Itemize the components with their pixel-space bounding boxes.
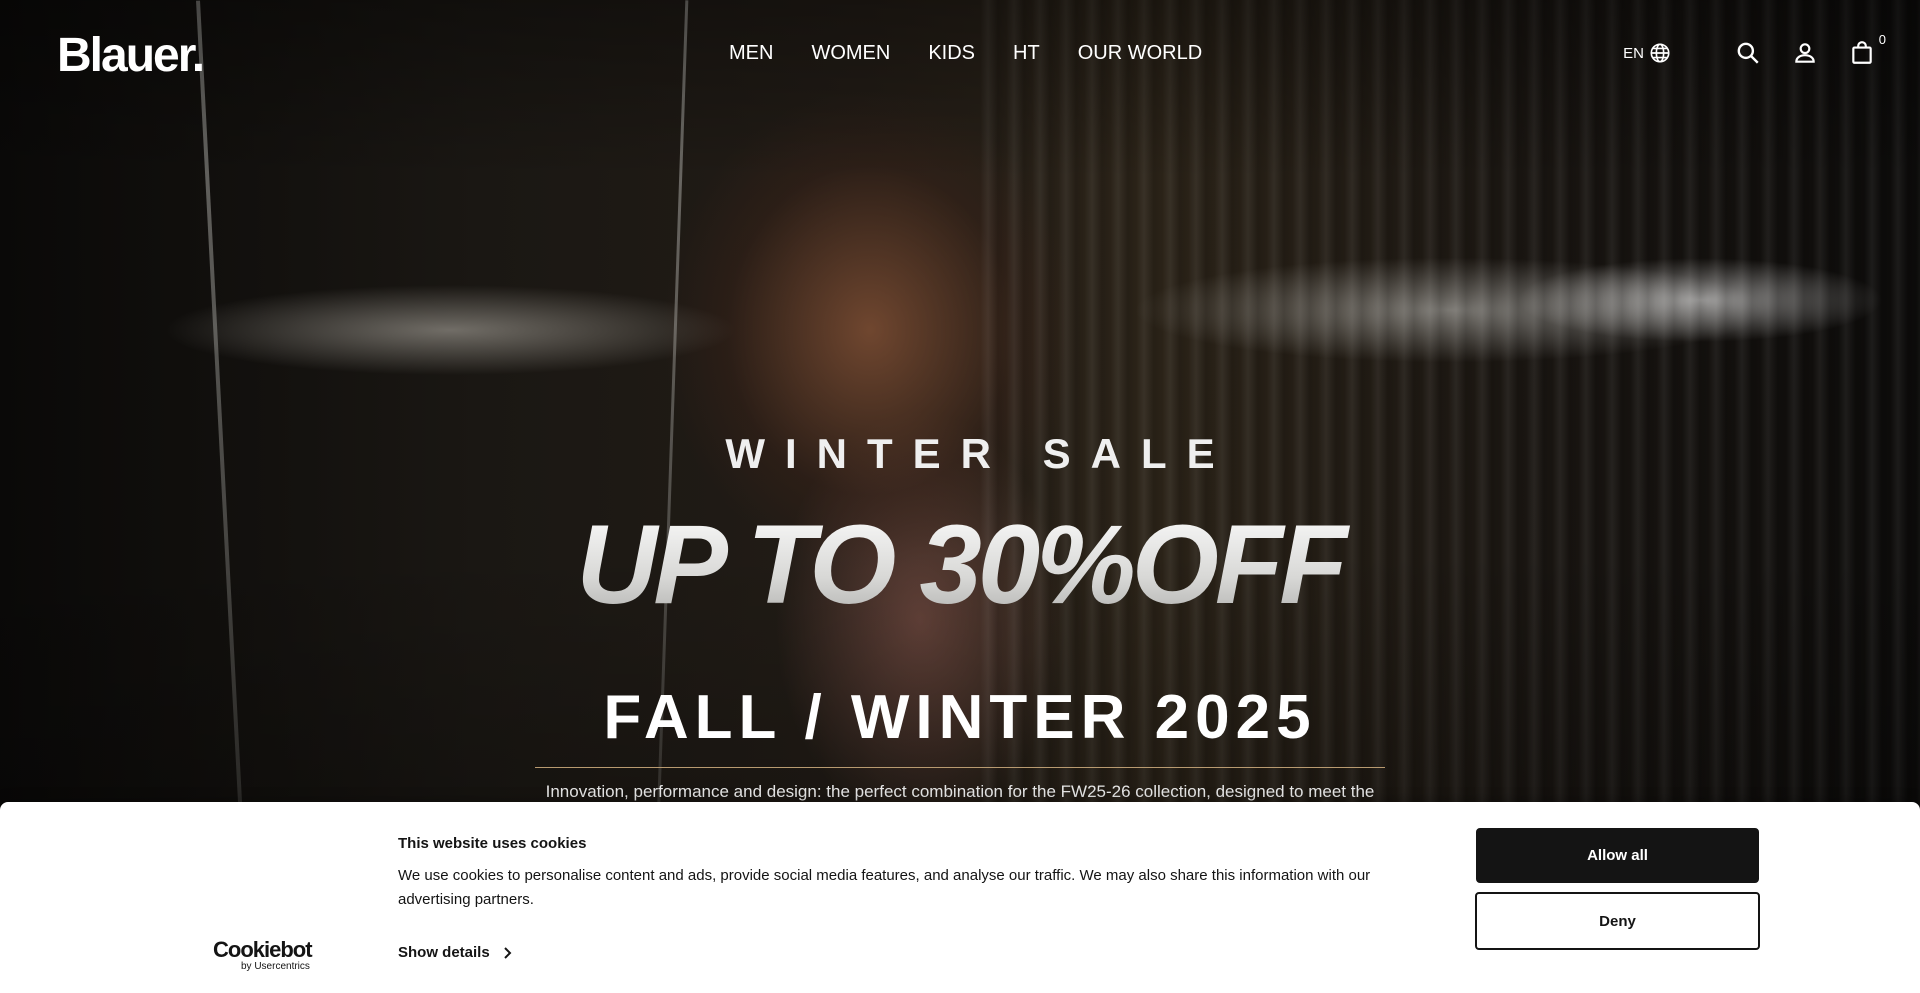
nav-item-women[interactable]: WOMEN (811, 42, 890, 65)
nav-item-men[interactable]: MEN (729, 42, 773, 65)
nav-item-kids[interactable]: KIDS (928, 42, 975, 65)
header-tools: EN 0 (1623, 32, 1886, 66)
globe-icon (1650, 43, 1670, 63)
brand-logo[interactable]: Blauer. (57, 28, 205, 83)
nav-item-our-world[interactable]: OUR WORLD (1078, 42, 1202, 65)
search-icon[interactable] (1735, 40, 1761, 66)
hero-eyebrow: WINTER SALE (725, 430, 1235, 477)
season-description: Innovation, performance and design: the … (545, 782, 1375, 801)
season-title: FALL / WINTER 2025 (603, 683, 1317, 752)
cart-button[interactable]: 0 (1849, 32, 1886, 66)
language-label: EN (1623, 44, 1644, 62)
show-details-link[interactable]: Show details (398, 944, 512, 961)
cookiebot-sub: by Usercentrics (241, 961, 310, 972)
cookie-text: We use cookies to personalise content an… (398, 867, 1371, 908)
cookiebot-name: Cookiebot (213, 937, 313, 962)
nav-item-ht[interactable]: HT (1013, 42, 1040, 65)
shopping-bag-icon (1852, 41, 1872, 64)
site-header: Blauer. MEN WOMEN KIDS HT OUR WORLD EN 0 (0, 0, 1920, 110)
show-details-label: Show details (398, 944, 490, 961)
hero-headline: UP TO 30%OFF (0, 500, 1920, 629)
cart-count: 0 (1878, 32, 1886, 47)
cookie-banner: Cookiebot by Usercentrics This website u… (0, 802, 1920, 993)
chevron-right-icon (503, 946, 512, 959)
user-icon[interactable] (1792, 40, 1818, 66)
language-selector[interactable]: EN (1623, 42, 1671, 64)
cookie-title: This website uses cookies (398, 835, 587, 852)
cookiebot-logo: Cookiebot by Usercentrics (213, 937, 323, 973)
allow-all-button[interactable]: Allow all (1476, 828, 1759, 883)
divider (535, 767, 1385, 768)
deny-button[interactable]: Deny (1475, 892, 1760, 950)
